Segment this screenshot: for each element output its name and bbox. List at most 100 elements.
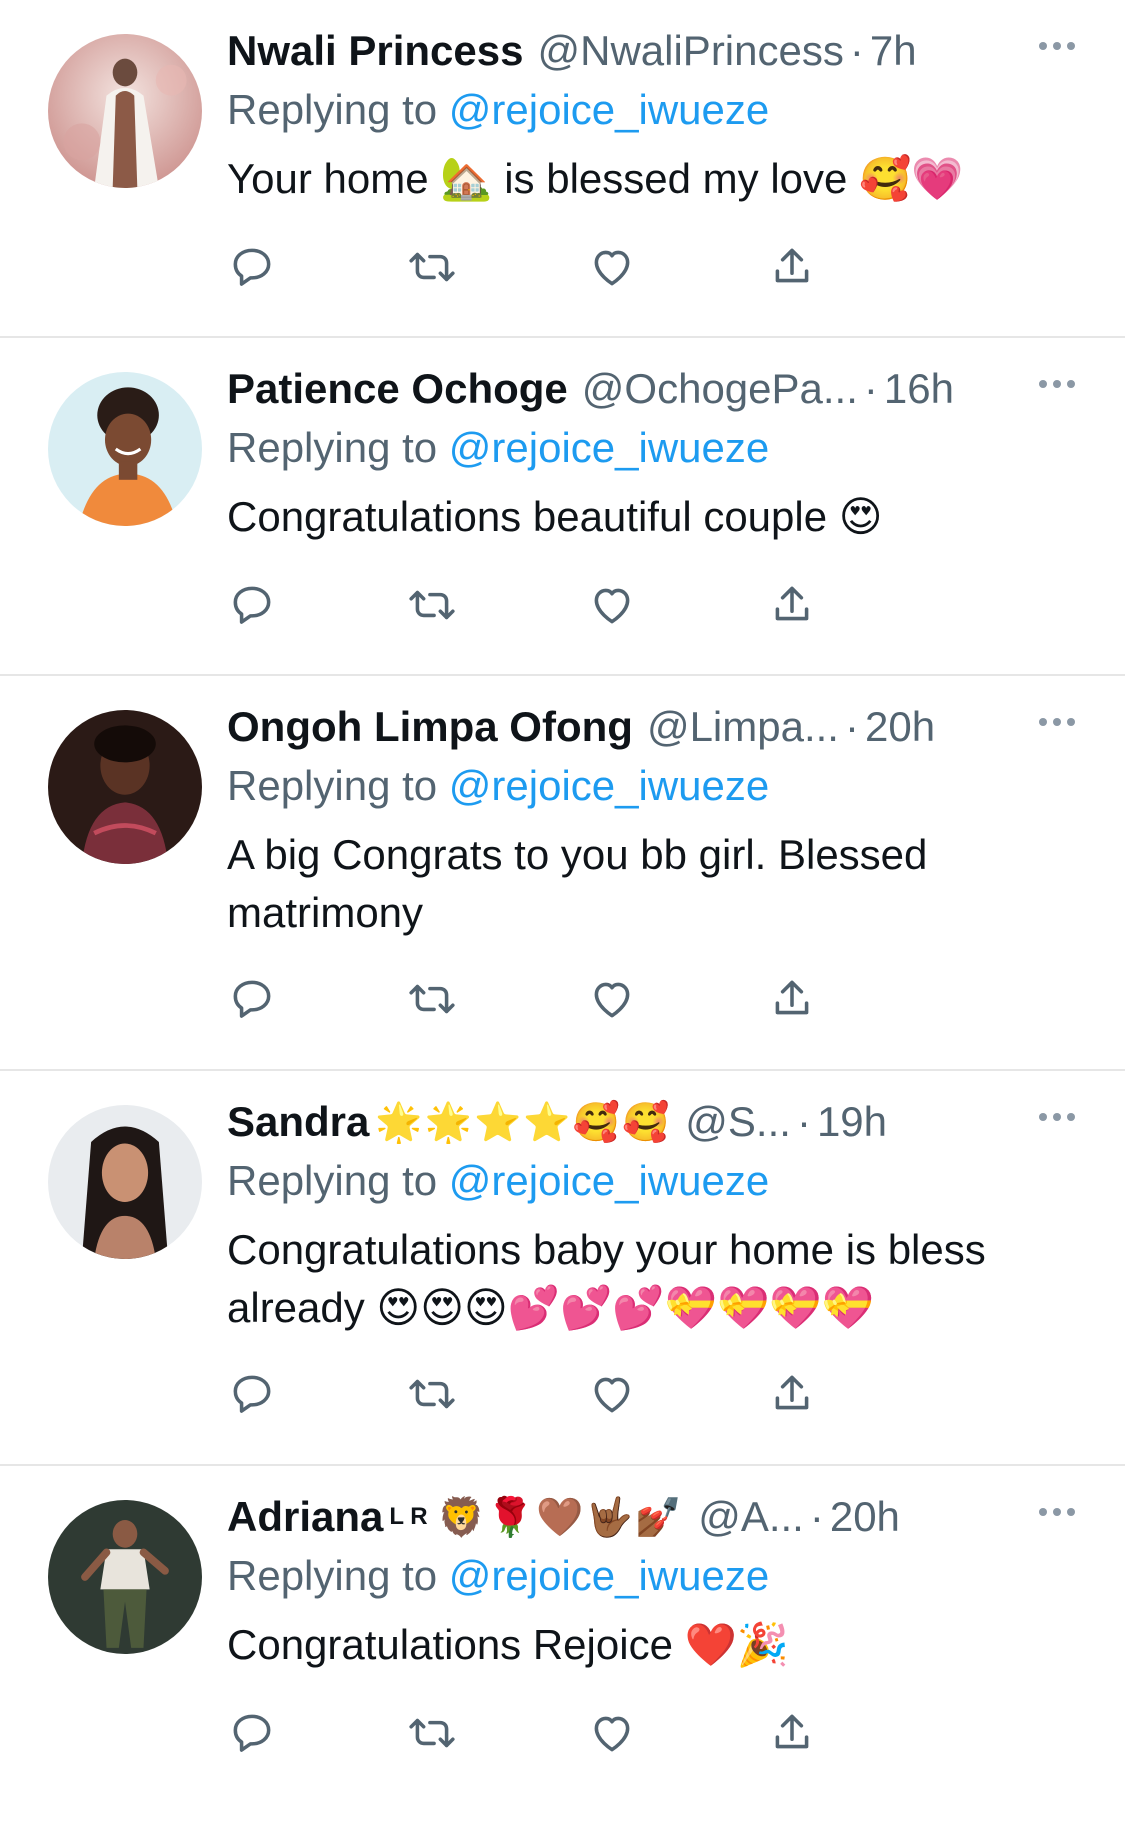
more-icon[interactable] [1039,1508,1075,1516]
display-name[interactable]: Ongoh Limpa Ofong [227,703,633,751]
replies-feed: Nwali Princess @NwaliPrincess · 7h Reply… [0,0,1125,1826]
action-bar [227,580,947,630]
avatar[interactable] [48,1105,202,1259]
reply-tweet[interactable]: Sandra 🌟🌟⭐⭐🥰🥰 @S... · 19h Replying to @r… [0,1071,1125,1466]
timestamp[interactable]: 16h [884,365,954,413]
reply-header: Adriana L R 🦁🌹🤎🤟🏾💅🏾 @A... · 20h [227,1488,1085,1546]
action-bar [227,974,947,1024]
timestamp[interactable]: 7h [870,27,917,75]
display-name[interactable]: Adriana [227,1493,383,1541]
retweet-button[interactable] [407,1708,587,1758]
replying-to-mention[interactable]: @rejoice_iwueze [449,1157,769,1204]
share-icon [775,586,809,621]
separator-dot: · [849,27,864,74]
reply-text: Congratulations beautiful couple 😍 [227,493,883,540]
reply-icon [233,586,271,624]
avatar[interactable] [48,34,202,188]
reply-text: Congratulations baby your home is bless … [227,1226,986,1331]
display-name-superscript: L R [389,1503,428,1530]
retweet-icon [409,590,455,620]
share-button[interactable] [767,242,947,292]
reply-button[interactable] [227,242,407,292]
display-name-emojis: 🌟🌟⭐⭐🥰🥰 [375,1099,672,1144]
more-icon[interactable] [1039,718,1075,726]
timestamp[interactable]: 20h [830,1493,900,1541]
share-button[interactable] [767,1369,947,1419]
username-handle[interactable]: @S... [685,1098,791,1146]
like-icon [594,1716,630,1752]
reply-button[interactable] [227,974,407,1024]
reply-button[interactable] [227,1369,407,1419]
replying-to-label: Replying to [227,86,438,133]
display-name[interactable]: Nwali Princess [227,27,523,75]
reply-tweet[interactable]: Adriana L R 🦁🌹🤎🤟🏾💅🏾 @A... · 20h Replying… [0,1466,1125,1826]
like-icon [594,588,630,624]
display-name[interactable]: Patience Ochoge [227,365,568,413]
reply-text: Your home 🏡 is blessed my love 🥰💗 [227,155,964,202]
reply-icon [233,980,271,1018]
reply-tweet[interactable]: Ongoh Limpa Ofong @Limpa... · 20h Replyi… [0,676,1125,1071]
retweet-icon [409,984,455,1014]
username-handle[interactable]: @NwaliPrincess [537,27,843,75]
retweet-icon [409,252,455,282]
separator-dot: · [863,365,878,412]
replying-to-label: Replying to [227,424,438,471]
replying-to-mention[interactable]: @rejoice_iwueze [449,1552,769,1599]
reply-icon [233,1375,271,1413]
reply-header: Ongoh Limpa Ofong @Limpa... · 20h [227,698,1085,756]
more-icon[interactable] [1039,1113,1075,1121]
avatar[interactable] [48,372,202,526]
like-button[interactable] [587,242,767,292]
like-button[interactable] [587,974,767,1024]
avatar[interactable] [48,1500,202,1654]
reply-header: Patience Ochoge @OchogePa... · 16h [227,360,1085,418]
reply-tweet[interactable]: Nwali Princess @NwaliPrincess · 7h Reply… [0,0,1125,338]
share-icon [775,1375,809,1410]
retweet-button[interactable] [407,242,587,292]
avatar[interactable] [48,710,202,864]
username-handle[interactable]: @A... [698,1493,804,1541]
replying-to-mention[interactable]: @rejoice_iwueze [449,424,769,471]
more-icon[interactable] [1039,380,1075,388]
reply-icon [233,1714,271,1752]
share-button[interactable] [767,580,947,630]
retweet-button[interactable] [407,1369,587,1419]
replying-to-label: Replying to [227,1552,438,1599]
like-button[interactable] [587,1708,767,1758]
like-icon [594,1377,630,1413]
separator-dot: · [844,703,859,750]
action-bar [227,1369,947,1419]
reply-text: Congratulations Rejoice ❤️🎉 [227,1621,790,1668]
like-button[interactable] [587,580,767,630]
username-handle[interactable]: @Limpa... [647,703,839,751]
share-icon [775,1714,809,1749]
like-button[interactable] [587,1369,767,1419]
display-name-emojis: 🦁🌹🤎🤟🏾💅🏾 [437,1494,685,1539]
replying-to-label: Replying to [227,1157,438,1204]
retweet-icon [409,1718,455,1748]
replying-to-line: Replying to @rejoice_iwueze [227,418,1085,478]
reply-header: Sandra 🌟🌟⭐⭐🥰🥰 @S... · 19h [227,1093,1085,1151]
share-button[interactable] [767,1708,947,1758]
separator-dot: · [796,1098,811,1145]
replying-to-mention[interactable]: @rejoice_iwueze [449,86,769,133]
reply-button[interactable] [227,1708,407,1758]
like-icon [594,250,630,286]
more-icon[interactable] [1039,42,1075,50]
display-name[interactable]: Sandra [227,1098,369,1146]
retweet-button[interactable] [407,974,587,1024]
share-icon [775,248,809,283]
like-icon [594,982,630,1018]
share-icon [775,980,809,1015]
share-button[interactable] [767,974,947,1024]
reply-header: Nwali Princess @NwaliPrincess · 7h [227,22,1085,80]
retweet-icon [409,1379,455,1409]
timestamp[interactable]: 19h [817,1098,887,1146]
replying-to-line: Replying to @rejoice_iwueze [227,1151,1085,1211]
reply-button[interactable] [227,580,407,630]
retweet-button[interactable] [407,580,587,630]
reply-tweet[interactable]: Patience Ochoge @OchogePa... · 16h Reply… [0,338,1125,676]
username-handle[interactable]: @OchogePa... [582,365,858,413]
timestamp[interactable]: 20h [865,703,935,751]
replying-to-mention[interactable]: @rejoice_iwueze [449,762,769,809]
